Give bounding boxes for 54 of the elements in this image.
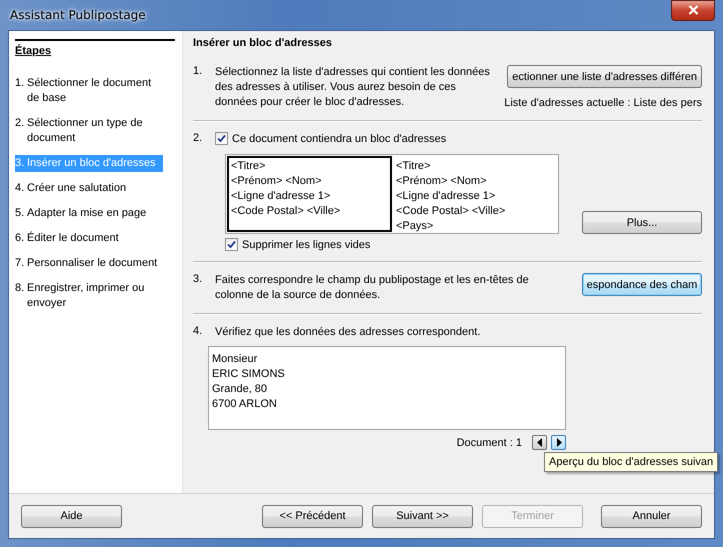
preview-line: ERIC SIMONS: [212, 367, 286, 382]
section-title: Insérer un bloc d'adresses: [193, 37, 333, 49]
address-line: <Code Postal> <Ville>: [231, 204, 342, 219]
close-button[interactable]: [671, 0, 715, 20]
step-number: 2.: [193, 132, 204, 146]
preview-line: Monsieur: [212, 352, 258, 367]
instruction-text: Vérifiez que les données des adresses correspondent.: [215, 325, 480, 340]
dialog-button[interactable]: Aide: [21, 504, 122, 528]
step-number: 3.: [193, 273, 204, 287]
field-matching-button[interactable]: espondance des cham: [582, 273, 702, 296]
address-line: <Prénom> <Nom>: [231, 174, 322, 189]
step-item[interactable]: 6. Éditer le document: [15, 230, 163, 247]
dialog-button[interactable]: << Précédent: [262, 504, 363, 528]
next-button[interactable]: [551, 435, 566, 450]
checkbox[interactable]: [225, 238, 238, 251]
step-item[interactable]: 8. Enregistrer, imprimer ou envoyer: [15, 280, 163, 312]
address-block-option[interactable]: <Titre> <Prénom> <Nom> <Ligne d'adresse 1> <Code Postal> <Ville> <Pays>: [392, 156, 557, 232]
step-item[interactable]: 2. Sélectionner un type de document: [15, 115, 163, 147]
checkbox-label[interactable]: Ce document contiendra un bloc d'adresses: [232, 132, 446, 144]
address-line: <Titre>: [231, 159, 266, 174]
checkbox[interactable]: [215, 132, 228, 145]
instruction-text: Sélectionnez la liste d'adresses qui contient les données des adresses à utiliser. Vous aurez besoin de ces données pour créer le bloc d'adresses.: [215, 65, 490, 110]
step-number: 4.: [193, 325, 204, 339]
document-counter: Document : 1: [456, 436, 522, 448]
left-arrow-icon: [536, 438, 542, 447]
right-arrow-icon: [556, 438, 562, 447]
address-line: <Pays>: [396, 219, 434, 234]
select-list-button[interactable]: ectionner une liste d'adresses différen: [507, 65, 702, 88]
address-line: <Prénom> <Nom>: [396, 174, 488, 189]
more-button[interactable]: Plus...: [582, 211, 702, 234]
close-icon: [688, 5, 698, 15]
preview-line: Grande, 80: [212, 382, 268, 397]
checkbox-label[interactable]: Supprimer les lignes vides: [242, 238, 370, 250]
previous-button[interactable]: [532, 435, 547, 450]
address-line: <Ligne d'adresse 1>: [396, 189, 496, 204]
step-item[interactable]: 5. Adapter la mise en page: [15, 205, 163, 222]
check-icon: [217, 134, 226, 143]
check-icon: [227, 240, 236, 249]
dialog-button[interactable]: Annuler: [601, 504, 702, 528]
step-item[interactable]: 7. Personnaliser le document: [15, 255, 163, 272]
preview-line: 6700 ARLON: [212, 397, 278, 412]
step-item[interactable]: 4. Créer une salutation: [15, 180, 163, 197]
tooltip: Aperçu du bloc d'adresses suivan: [544, 452, 718, 472]
address-line: <Titre>: [396, 159, 432, 174]
step-item[interactable]: 1. Sélectionner le document de base: [15, 75, 163, 107]
dialog-button[interactable]: Suivant >>: [372, 504, 473, 528]
address-line: <Ligne d'adresse 1>: [231, 189, 332, 204]
window-title: Assistant Publipostage: [9, 8, 146, 22]
address-block-option[interactable]: <Titre> <Prénom> <Nom> <Ligne d'adresse 1> <Code Postal> <Ville>: [227, 156, 392, 232]
sidebar-heading: Étapes: [15, 39, 175, 57]
instruction-text: Faites correspondre le champ du publipostage et les en-têtes de colonne de la source de données.: [215, 273, 530, 303]
current-list-label: Liste d'adresses actuelle : Liste des pers: [504, 97, 702, 109]
step-number: 1.: [193, 65, 204, 79]
address-line: <Code Postal> <Ville>: [396, 204, 506, 219]
